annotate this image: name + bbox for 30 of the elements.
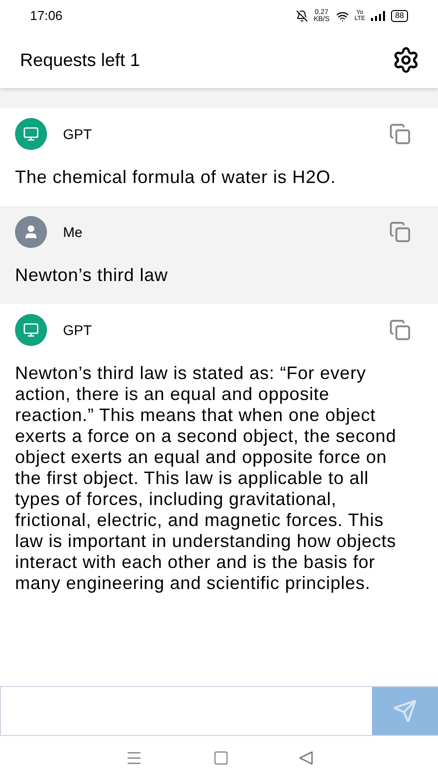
copy-icon (389, 123, 411, 145)
back-icon (299, 751, 313, 765)
menu-nav-button[interactable] (125, 749, 143, 767)
signal-icon (371, 11, 386, 21)
status-time: 17:06 (30, 7, 63, 26)
copy-button[interactable] (389, 123, 411, 145)
back-nav-button[interactable] (299, 751, 313, 765)
bot-avatar-icon (15, 314, 47, 346)
author-name: GPT (63, 124, 93, 144)
author-name: Me (63, 222, 84, 242)
message-text: Newton’s third law (15, 265, 169, 286)
message-text: The chemical formula of water is H2O. (15, 167, 337, 188)
send-icon (393, 699, 417, 723)
author-name: GPT (63, 320, 93, 340)
bot-avatar-icon (15, 118, 47, 150)
home-icon (213, 750, 229, 766)
copy-icon (389, 319, 411, 341)
user-avatar-icon (15, 216, 47, 248)
message-text: Newton’s third law is stated as: “For every action, there is an equal and opposite reaction.” This means that when one object exerts a force on a second object, the second object exerts an equal and opposite force on the first object. This law is applicable to all types of forces, including gravitational, frictional, electric, and magnetic forces. This law is important in understanding how objects interact with each other and is the basis for many engineering and scientific principles. (15, 363, 398, 594)
wifi-icon (336, 10, 349, 22)
copy-button[interactable] (389, 319, 411, 341)
menu-icon (125, 749, 143, 767)
settings-icon (392, 46, 420, 74)
copy-button[interactable] (389, 221, 411, 243)
requests-left-title: Requests left 1 (20, 48, 140, 72)
copy-icon (389, 221, 411, 243)
mute-icon (296, 10, 308, 22)
home-nav-button[interactable] (213, 750, 229, 766)
settings-button[interactable] (392, 46, 420, 74)
battery-indicator: 88 (391, 10, 408, 22)
